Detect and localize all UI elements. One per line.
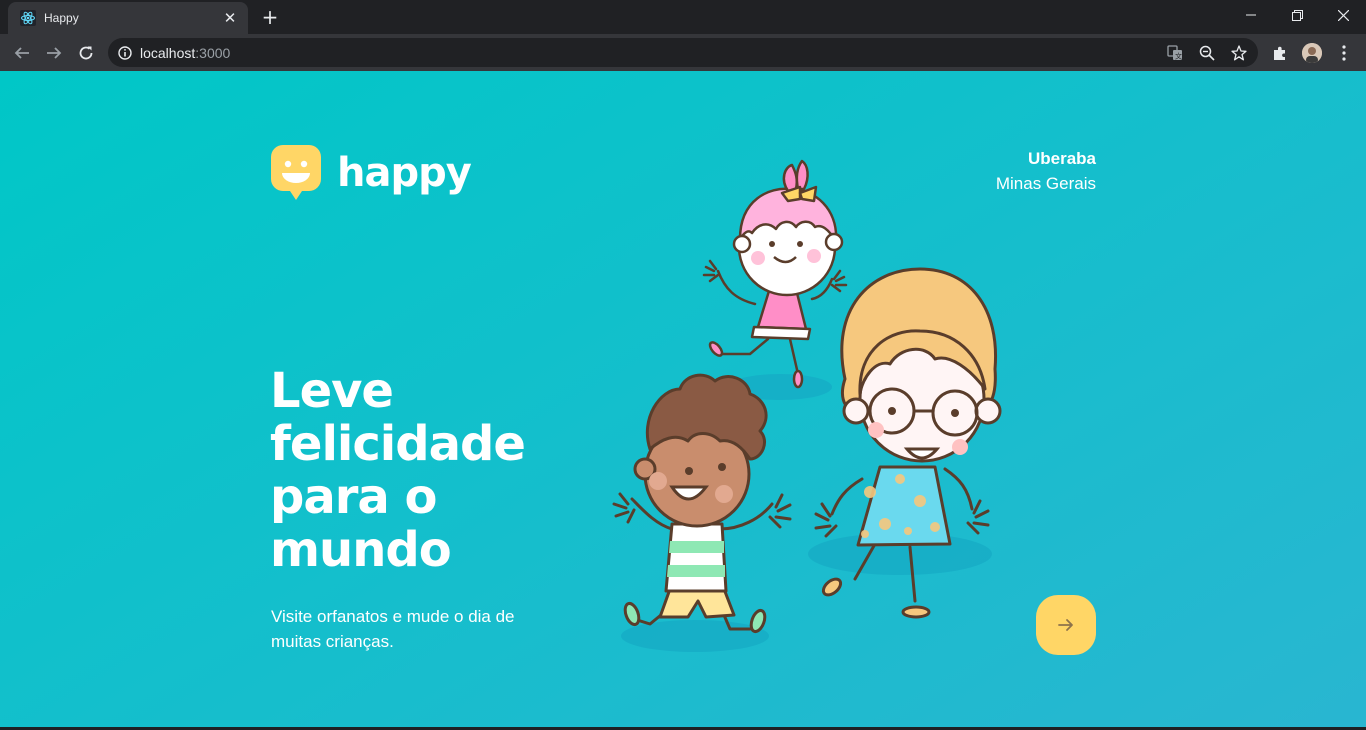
svg-text:文: 文 — [1175, 52, 1182, 61]
minimize-window-icon[interactable] — [1228, 0, 1274, 30]
brand-logo[interactable]: happy — [271, 145, 472, 201]
browser-toolbar: localhost:3000 文 — [0, 34, 1366, 71]
browser-menu-icon[interactable] — [1334, 43, 1354, 63]
browser-tab[interactable]: Happy ✕ — [8, 2, 248, 34]
brand-name: happy — [337, 150, 472, 196]
restore-window-icon[interactable] — [1274, 0, 1320, 30]
browser-tab-strip: Happy ✕ + — [0, 0, 1366, 34]
reload-icon[interactable] — [72, 39, 100, 67]
site-info-icon[interactable] — [118, 45, 132, 60]
happy-children-illustration — [612, 159, 1002, 652]
arrow-right-icon — [1058, 619, 1073, 631]
close-window-icon[interactable] — [1320, 0, 1366, 30]
back-arrow-icon[interactable] — [8, 39, 36, 67]
react-favicon-icon — [20, 10, 36, 26]
zoom-icon[interactable] — [1198, 44, 1216, 62]
url-port: :3000 — [195, 44, 231, 61]
enter-app-button[interactable] — [1036, 595, 1096, 655]
hero-description: Visite orfanatos e mude o dia de muitas … — [271, 607, 515, 651]
profile-avatar[interactable] — [1302, 43, 1322, 63]
tab-title: Happy — [44, 11, 79, 25]
location-city: Uberaba — [1027, 149, 1096, 168]
translate-icon[interactable]: 文 — [1166, 44, 1184, 62]
extensions-puzzle-icon[interactable] — [1270, 43, 1290, 63]
location-state: Minas Gerais — [995, 174, 1096, 193]
bookmark-star-icon[interactable] — [1230, 44, 1248, 62]
new-tab-icon[interactable]: + — [258, 6, 282, 30]
smiling-speech-bubble-logo-icon — [271, 145, 321, 200]
url-host: localhost — [140, 44, 196, 61]
location: Uberaba Minas Gerais — [996, 147, 1096, 197]
close-tab-icon[interactable]: ✕ — [222, 10, 238, 26]
address-bar[interactable]: localhost:3000 文 — [108, 38, 1258, 67]
landing-page: happy Uberaba Minas Gerais Leve felicida… — [0, 71, 1366, 730]
forward-arrow-icon[interactable] — [40, 39, 68, 67]
hero-headline: Leve felicidade para o mundo — [270, 363, 526, 578]
